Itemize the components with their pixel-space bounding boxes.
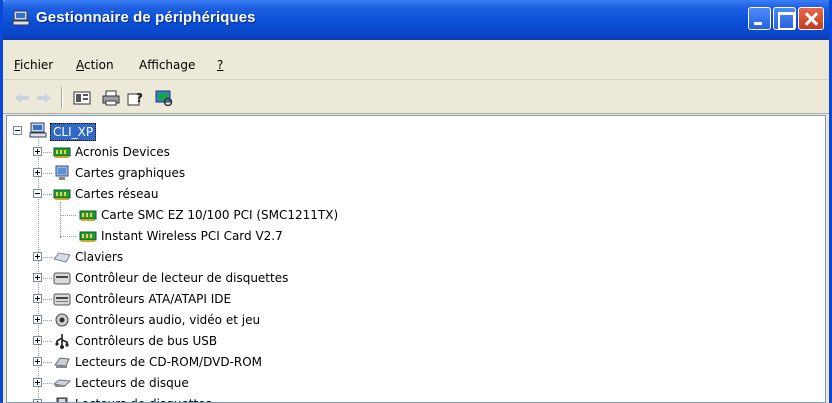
collapse-toggle[interactable] bbox=[33, 189, 42, 198]
display-adapter-icon bbox=[53, 165, 71, 181]
tree-item-label: Acronis Devices bbox=[75, 145, 170, 159]
floppy-controller-icon bbox=[53, 270, 71, 286]
tree-item-label: Carte SMC EZ 10/100 PCI (SMC1211TX) bbox=[101, 208, 339, 222]
properties-icon[interactable] bbox=[73, 90, 91, 106]
expand-toggle[interactable] bbox=[33, 336, 42, 345]
tree-item-label: Lecteurs de CD-ROM/DVD-ROM bbox=[75, 355, 263, 369]
tree-item-label: Lecteurs de disquettes bbox=[75, 396, 212, 402]
tree-connector bbox=[60, 202, 61, 238]
floppy-drive-icon bbox=[53, 396, 71, 402]
device-tree[interactable]: CLI_XP Acronis Devices Cartes graphiques Ca… bbox=[6, 115, 826, 403]
tree-item-label: Claviers bbox=[75, 250, 124, 264]
tree-connector bbox=[60, 236, 76, 237]
network-card-icon bbox=[79, 207, 97, 223]
menu-action[interactable]: Action bbox=[76, 58, 114, 72]
expand-toggle[interactable] bbox=[33, 315, 42, 324]
scan-hardware-icon[interactable] bbox=[155, 90, 173, 106]
help-icon[interactable]: ? bbox=[127, 90, 145, 106]
computer-icon bbox=[29, 122, 47, 138]
network-card-icon bbox=[79, 228, 97, 244]
tree-item-label: Instant Wireless PCI Card V2.7 bbox=[101, 229, 283, 243]
back-arrow-icon[interactable] bbox=[13, 90, 31, 106]
menu-bar: Fichier Action Affichage ? bbox=[3, 40, 829, 80]
expand-toggle[interactable] bbox=[33, 147, 42, 156]
expand-toggle[interactable] bbox=[33, 252, 42, 261]
tree-connector bbox=[60, 215, 76, 216]
expand-toggle[interactable] bbox=[33, 378, 42, 387]
expand-toggle[interactable] bbox=[33, 294, 42, 303]
close-button[interactable] bbox=[798, 7, 824, 30]
network-card-icon bbox=[53, 186, 71, 202]
expand-toggle[interactable] bbox=[33, 168, 42, 177]
menu-help[interactable]: ? bbox=[217, 58, 223, 72]
tree-item-label: Contrôleur de lecteur de disquettes bbox=[75, 271, 289, 285]
network-card-icon bbox=[53, 144, 71, 160]
expand-toggle[interactable] bbox=[33, 399, 42, 402]
print-icon[interactable] bbox=[102, 90, 120, 106]
tree-item-label: Cartes graphiques bbox=[75, 166, 186, 180]
computer-icon bbox=[12, 10, 30, 26]
tree-item-label: Contrôleurs ATA/ATAPI IDE bbox=[75, 292, 232, 306]
maximize-button[interactable] bbox=[773, 7, 796, 30]
toolbar-separator bbox=[61, 87, 63, 109]
ide-controller-icon bbox=[53, 291, 71, 307]
toolbar: ? bbox=[3, 81, 829, 114]
tree-item-label: Contrôleurs de bus USB bbox=[75, 334, 218, 348]
disk-drive-icon bbox=[52, 375, 72, 391]
audio-icon bbox=[53, 312, 71, 328]
tree-root-label[interactable]: CLI_XP bbox=[50, 123, 97, 141]
tree-item-label: Contrôleurs audio, vidéo et jeu bbox=[75, 313, 261, 327]
menu-fichier[interactable]: Fichier bbox=[14, 58, 53, 72]
device-manager-window: Gestionnaire de périphériques Fichier Ac… bbox=[0, 0, 832, 403]
window-title: Gestionnaire de périphériques bbox=[36, 9, 256, 26]
cdrom-icon bbox=[53, 354, 71, 370]
expand-toggle[interactable] bbox=[33, 357, 42, 366]
svg-text:?: ? bbox=[136, 91, 143, 105]
usb-icon bbox=[53, 333, 71, 349]
title-bar[interactable]: Gestionnaire de périphériques bbox=[3, 0, 829, 40]
collapse-toggle[interactable] bbox=[13, 126, 22, 135]
tree-item-label: Cartes réseau bbox=[75, 187, 159, 201]
keyboard-icon bbox=[53, 249, 71, 265]
tree-item-label: Lecteurs de disque bbox=[75, 376, 189, 390]
menu-affichage[interactable]: Affichage bbox=[139, 58, 195, 72]
expand-toggle[interactable] bbox=[33, 273, 42, 282]
forward-arrow-icon[interactable] bbox=[35, 90, 53, 106]
minimize-button[interactable] bbox=[748, 7, 771, 30]
